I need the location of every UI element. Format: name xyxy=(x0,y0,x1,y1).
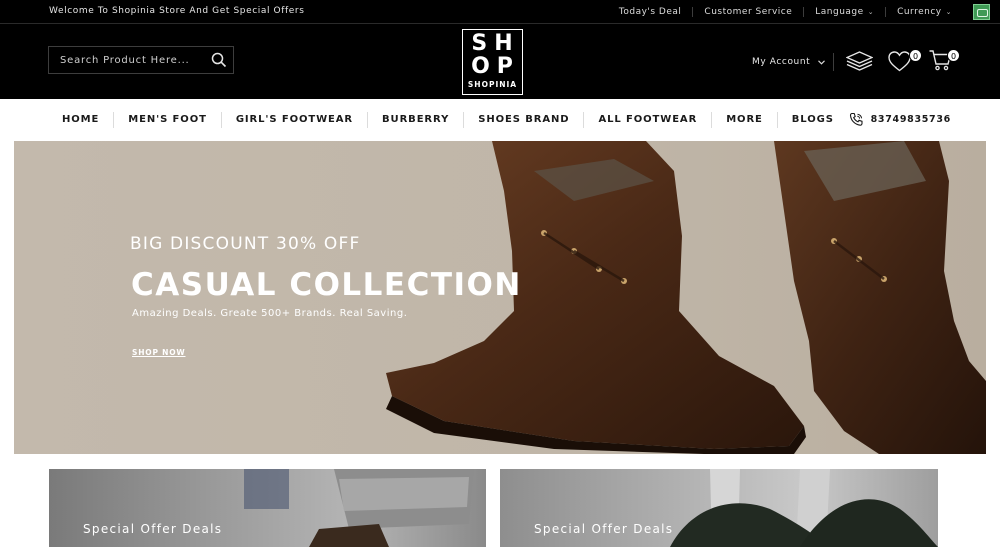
nav-item-shoes-brand[interactable]: SHOES BRAND xyxy=(463,112,583,128)
top-bar: Welcome To Shopinia Store And Get Specia… xyxy=(0,0,1000,24)
site-header: SH OP SHOPINIA My Account 0 0 xyxy=(0,24,1000,99)
hero-banner[interactable]: BIG DISCOUNT 30% OFF CASUAL COLLECTION A… xyxy=(14,141,986,454)
hero-headline: CASUAL COLLECTION xyxy=(131,267,522,303)
nav-item-all-footwear[interactable]: ALL FOOTWEAR xyxy=(583,112,711,128)
phone-icon xyxy=(849,112,863,126)
my-account-label: My Account xyxy=(752,57,811,67)
chevron-down-icon: ⌄ xyxy=(945,8,952,16)
phone-contact[interactable]: 83749835736 xyxy=(849,112,951,127)
nav-item-home[interactable]: HOME xyxy=(48,112,113,128)
nav-menu: HOME MEN'S FOOT GIRL'S FOOTWEAR BURBERRY… xyxy=(48,99,848,141)
offer-banner-left[interactable]: Special Offer Deals xyxy=(49,469,486,547)
language-dropdown[interactable]: Language ⌄ xyxy=(803,7,885,17)
phone-number: 83749835736 xyxy=(870,114,951,125)
main-nav: HOME MEN'S FOOT GIRL'S FOOTWEAR BURBERRY… xyxy=(0,99,1000,141)
language-flag-icon[interactable] xyxy=(973,4,990,20)
currency-dropdown[interactable]: Currency ⌄ xyxy=(885,7,963,17)
shop-now-link[interactable]: SHOP NOW xyxy=(132,348,186,357)
nav-item-more[interactable]: MORE xyxy=(711,112,777,128)
chevron-down-icon: ⌄ xyxy=(867,8,875,16)
search-icon[interactable] xyxy=(211,52,227,68)
hero-tagline: Amazing Deals. Greate 500+ Brands. Real … xyxy=(132,308,408,319)
heart-icon[interactable] xyxy=(888,51,911,72)
search-input[interactable] xyxy=(49,54,199,66)
nav-item-girls-footwear[interactable]: GIRL'S FOOTWEAR xyxy=(220,112,367,128)
my-account-dropdown[interactable]: My Account xyxy=(752,57,826,67)
nav-item-burberry[interactable]: BURBERRY xyxy=(367,112,463,128)
cart-count-badge: 0 xyxy=(947,49,960,62)
offer-banner-label: Special Offer Deals xyxy=(83,522,223,536)
nav-item-blogs[interactable]: BLOGS xyxy=(776,112,848,128)
site-logo[interactable]: SH OP SHOPINIA xyxy=(462,29,523,95)
offer-banner-right[interactable]: Special Offer Deals xyxy=(500,469,938,547)
customer-service-link[interactable]: Customer Service xyxy=(692,7,803,17)
search-box xyxy=(48,46,234,74)
top-links: Today's Deal Customer Service Language ⌄ … xyxy=(608,0,990,24)
header-divider xyxy=(833,53,834,71)
nav-item-mens-foot[interactable]: MEN'S FOOT xyxy=(113,112,221,128)
wishlist-count-badge: 0 xyxy=(909,49,922,62)
chevron-down-icon xyxy=(818,59,826,65)
welcome-message: Welcome To Shopinia Store And Get Specia… xyxy=(49,6,305,16)
offer-banner-label: Special Offer Deals xyxy=(534,522,674,536)
hero-discount-text: BIG DISCOUNT 30% OFF xyxy=(130,234,361,254)
todays-deal-link[interactable]: Today's Deal xyxy=(608,7,693,17)
layers-icon[interactable] xyxy=(846,51,873,71)
